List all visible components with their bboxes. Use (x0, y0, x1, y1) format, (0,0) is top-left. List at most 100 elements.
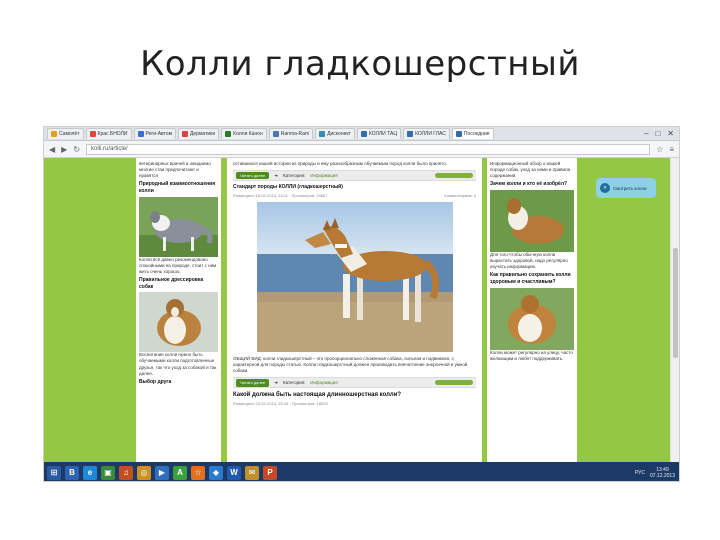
forward-icon[interactable]: ▶ (61, 145, 67, 154)
article-title[interactable]: Какой должна быть настоящая длинношерстн… (233, 391, 476, 399)
favicon-icon (225, 131, 232, 137)
comments-count[interactable]: Комментариев: 0 (444, 193, 476, 198)
browser-tab[interactable]: Крас БНОЛИ (85, 128, 132, 139)
tab-label: Ranma-Ram (280, 131, 310, 137)
post-footer-bar: Читать далее ➜ Категория: Информация (233, 170, 476, 182)
browser-tab[interactable]: КОЛЛИ ТАЦ (356, 128, 402, 139)
powerpoint-icon[interactable]: P (263, 465, 277, 480)
scrollbar[interactable] (670, 158, 679, 462)
system-tray: РУС 13:49 07.12.2013 (635, 467, 679, 479)
rating-bar (435, 380, 473, 386)
address-bar: ◀ ▶ ↻ kolli.ru/article/ ☆ ≡ (44, 141, 679, 158)
favicon-icon (360, 131, 367, 137)
browser-tab[interactable]: Реги-Автом (133, 128, 177, 139)
back-icon[interactable]: ◀ (49, 145, 55, 154)
ie-icon[interactable]: e (83, 465, 97, 480)
intro-text: оставшихся нашей истории из природы и ем… (233, 161, 448, 166)
left-heading[interactable]: Выбор друга (139, 379, 218, 386)
favicon-icon (182, 131, 189, 137)
favicon-icon (51, 131, 57, 137)
dog-photo[interactable] (139, 292, 218, 353)
browser-tab[interactable]: Дерматики (178, 128, 220, 139)
star-app-icon[interactable]: ☆ (191, 465, 205, 480)
url-input[interactable]: kolli.ru/article/ (86, 143, 651, 155)
browser-tab[interactable]: КОЛЛИ ГЛАС (403, 128, 450, 139)
rating-bar (435, 173, 473, 179)
category-link[interactable]: Информация (310, 173, 338, 179)
right-text: Колли может регулярно на улицу, часто же… (490, 349, 573, 361)
tab-label: Самолёт (59, 131, 80, 137)
category-label: Категория: (282, 172, 306, 178)
media-player-icon[interactable]: ▶ (155, 465, 169, 480)
widget-label: Смотреть колли (613, 185, 647, 191)
music-icon[interactable]: ♫ (119, 465, 133, 480)
tab-label: Крас БНОЛИ (97, 131, 128, 137)
browser-tab[interactable]: Колли Канон (221, 128, 267, 139)
start-icon[interactable]: ⊞ (47, 465, 61, 480)
right-heading[interactable]: Зачем колли и кто её изобрёл? (490, 181, 574, 188)
smooth-collie-photo (256, 202, 453, 353)
menu-icon[interactable]: ≡ (669, 145, 674, 154)
article-title[interactable]: Стандарт породы КОЛЛИ (гладкошерстный) (233, 184, 476, 191)
web-page: ветеринарных врачей и ожидаемо многие ст… (44, 158, 672, 462)
right-text: Для того чтобы обычную колли вырастить з… (490, 251, 568, 270)
clock-date: 07.12.2013 (649, 472, 675, 479)
tab-label: Дисконект (327, 131, 351, 137)
tab-label: Колли Канон (233, 131, 263, 137)
tab-label: КОЛЛИ ГЛАС (415, 131, 446, 137)
browser-screenshot: Самолёт Крас БНОЛИ Реги-Автом Дерматики … (43, 126, 680, 482)
close-icon[interactable]: ✕ (600, 183, 610, 193)
language-indicator[interactable]: РУС (635, 470, 645, 476)
clock[interactable]: 13:49 07.12.2013 (650, 467, 675, 479)
minimize-button[interactable]: – (644, 129, 648, 138)
browser-tab-active[interactable]: Последние (451, 128, 494, 139)
dog-photo[interactable] (490, 287, 574, 350)
app-icon[interactable]: A (173, 465, 187, 480)
article-meta: Размещено 15-02-2013, 14:11 · Просмотров… (233, 192, 328, 198)
tab-label: Дерматики (190, 131, 216, 137)
chrome-icon[interactable]: ◎ (137, 465, 151, 480)
close-button[interactable]: ✕ (667, 129, 674, 138)
left-heading[interactable]: Природный взаимоотношения колли (139, 181, 218, 195)
word-icon[interactable]: W (227, 465, 241, 480)
store-icon[interactable]: ▣ (101, 465, 115, 480)
right-column: Информационный обзор о нашей породе соба… (487, 158, 577, 462)
category-link[interactable]: Информация (310, 380, 338, 386)
article-meta: Размещено 23-02-2013, 15:45 · Просмотров… (233, 401, 328, 407)
floating-widget[interactable]: ✕ Смотреть колли (596, 178, 656, 198)
browser-tab[interactable]: Ranma-Ram (268, 128, 314, 139)
left-top-text: ветеринарных врачей и ожидаемо многие ст… (139, 161, 211, 179)
slide-title: Колли гладкошерстный (140, 44, 580, 84)
read-more-button[interactable]: Читать далее (236, 171, 270, 180)
maximize-button[interactable]: □ (655, 129, 660, 138)
app-icon[interactable]: ◆ (209, 465, 223, 480)
mail-icon[interactable]: ✉ (245, 465, 259, 480)
dog-photo[interactable] (490, 189, 574, 252)
arrow-icon: ➜ (274, 379, 278, 385)
favicon-icon (137, 131, 144, 137)
browser-tab[interactable]: Самолёт (47, 128, 84, 139)
tab-label: Последние (463, 131, 490, 137)
left-text: Воспитание колли нужно быть обучаемыми к… (139, 352, 217, 376)
dog-photo[interactable] (139, 196, 218, 257)
reload-icon[interactable]: ↻ (73, 145, 80, 154)
right-top-text: Информационный обзор о нашей породе соба… (490, 161, 571, 179)
article-body: ОБЩИЙ ВИД: колли гладкошерстный – это пр… (233, 356, 468, 374)
star-icon[interactable]: ☆ (656, 145, 663, 154)
scrollbar-thumb[interactable] (673, 248, 678, 358)
favicon-icon (455, 131, 462, 137)
favicon-icon (272, 131, 279, 137)
favicon-icon (407, 131, 414, 137)
favicon-icon (89, 131, 96, 137)
arrow-icon: ➜ (274, 172, 278, 178)
tab-label: КОЛЛИ ТАЦ (368, 131, 398, 137)
browser-tab[interactable]: Дисконект (315, 128, 355, 139)
right-heading[interactable]: Как правильно сохранить колли здоровым и… (490, 272, 574, 286)
vk-icon[interactable]: В (65, 465, 79, 480)
left-heading[interactable]: Правильное дрессировка собак (139, 277, 218, 291)
tab-bar: Самолёт Крас БНОЛИ Реги-Автом Дерматики … (44, 127, 679, 141)
left-column: ветеринарных врачей и ожидаемо многие ст… (136, 158, 221, 462)
read-more-button[interactable]: Читать далее (236, 379, 270, 387)
taskbar: ⊞ В e ▣ ♫ ◎ ▶ A ☆ ◆ W ✉ P РУС 13:49 07.1… (44, 462, 679, 481)
favicon-icon (319, 131, 326, 137)
